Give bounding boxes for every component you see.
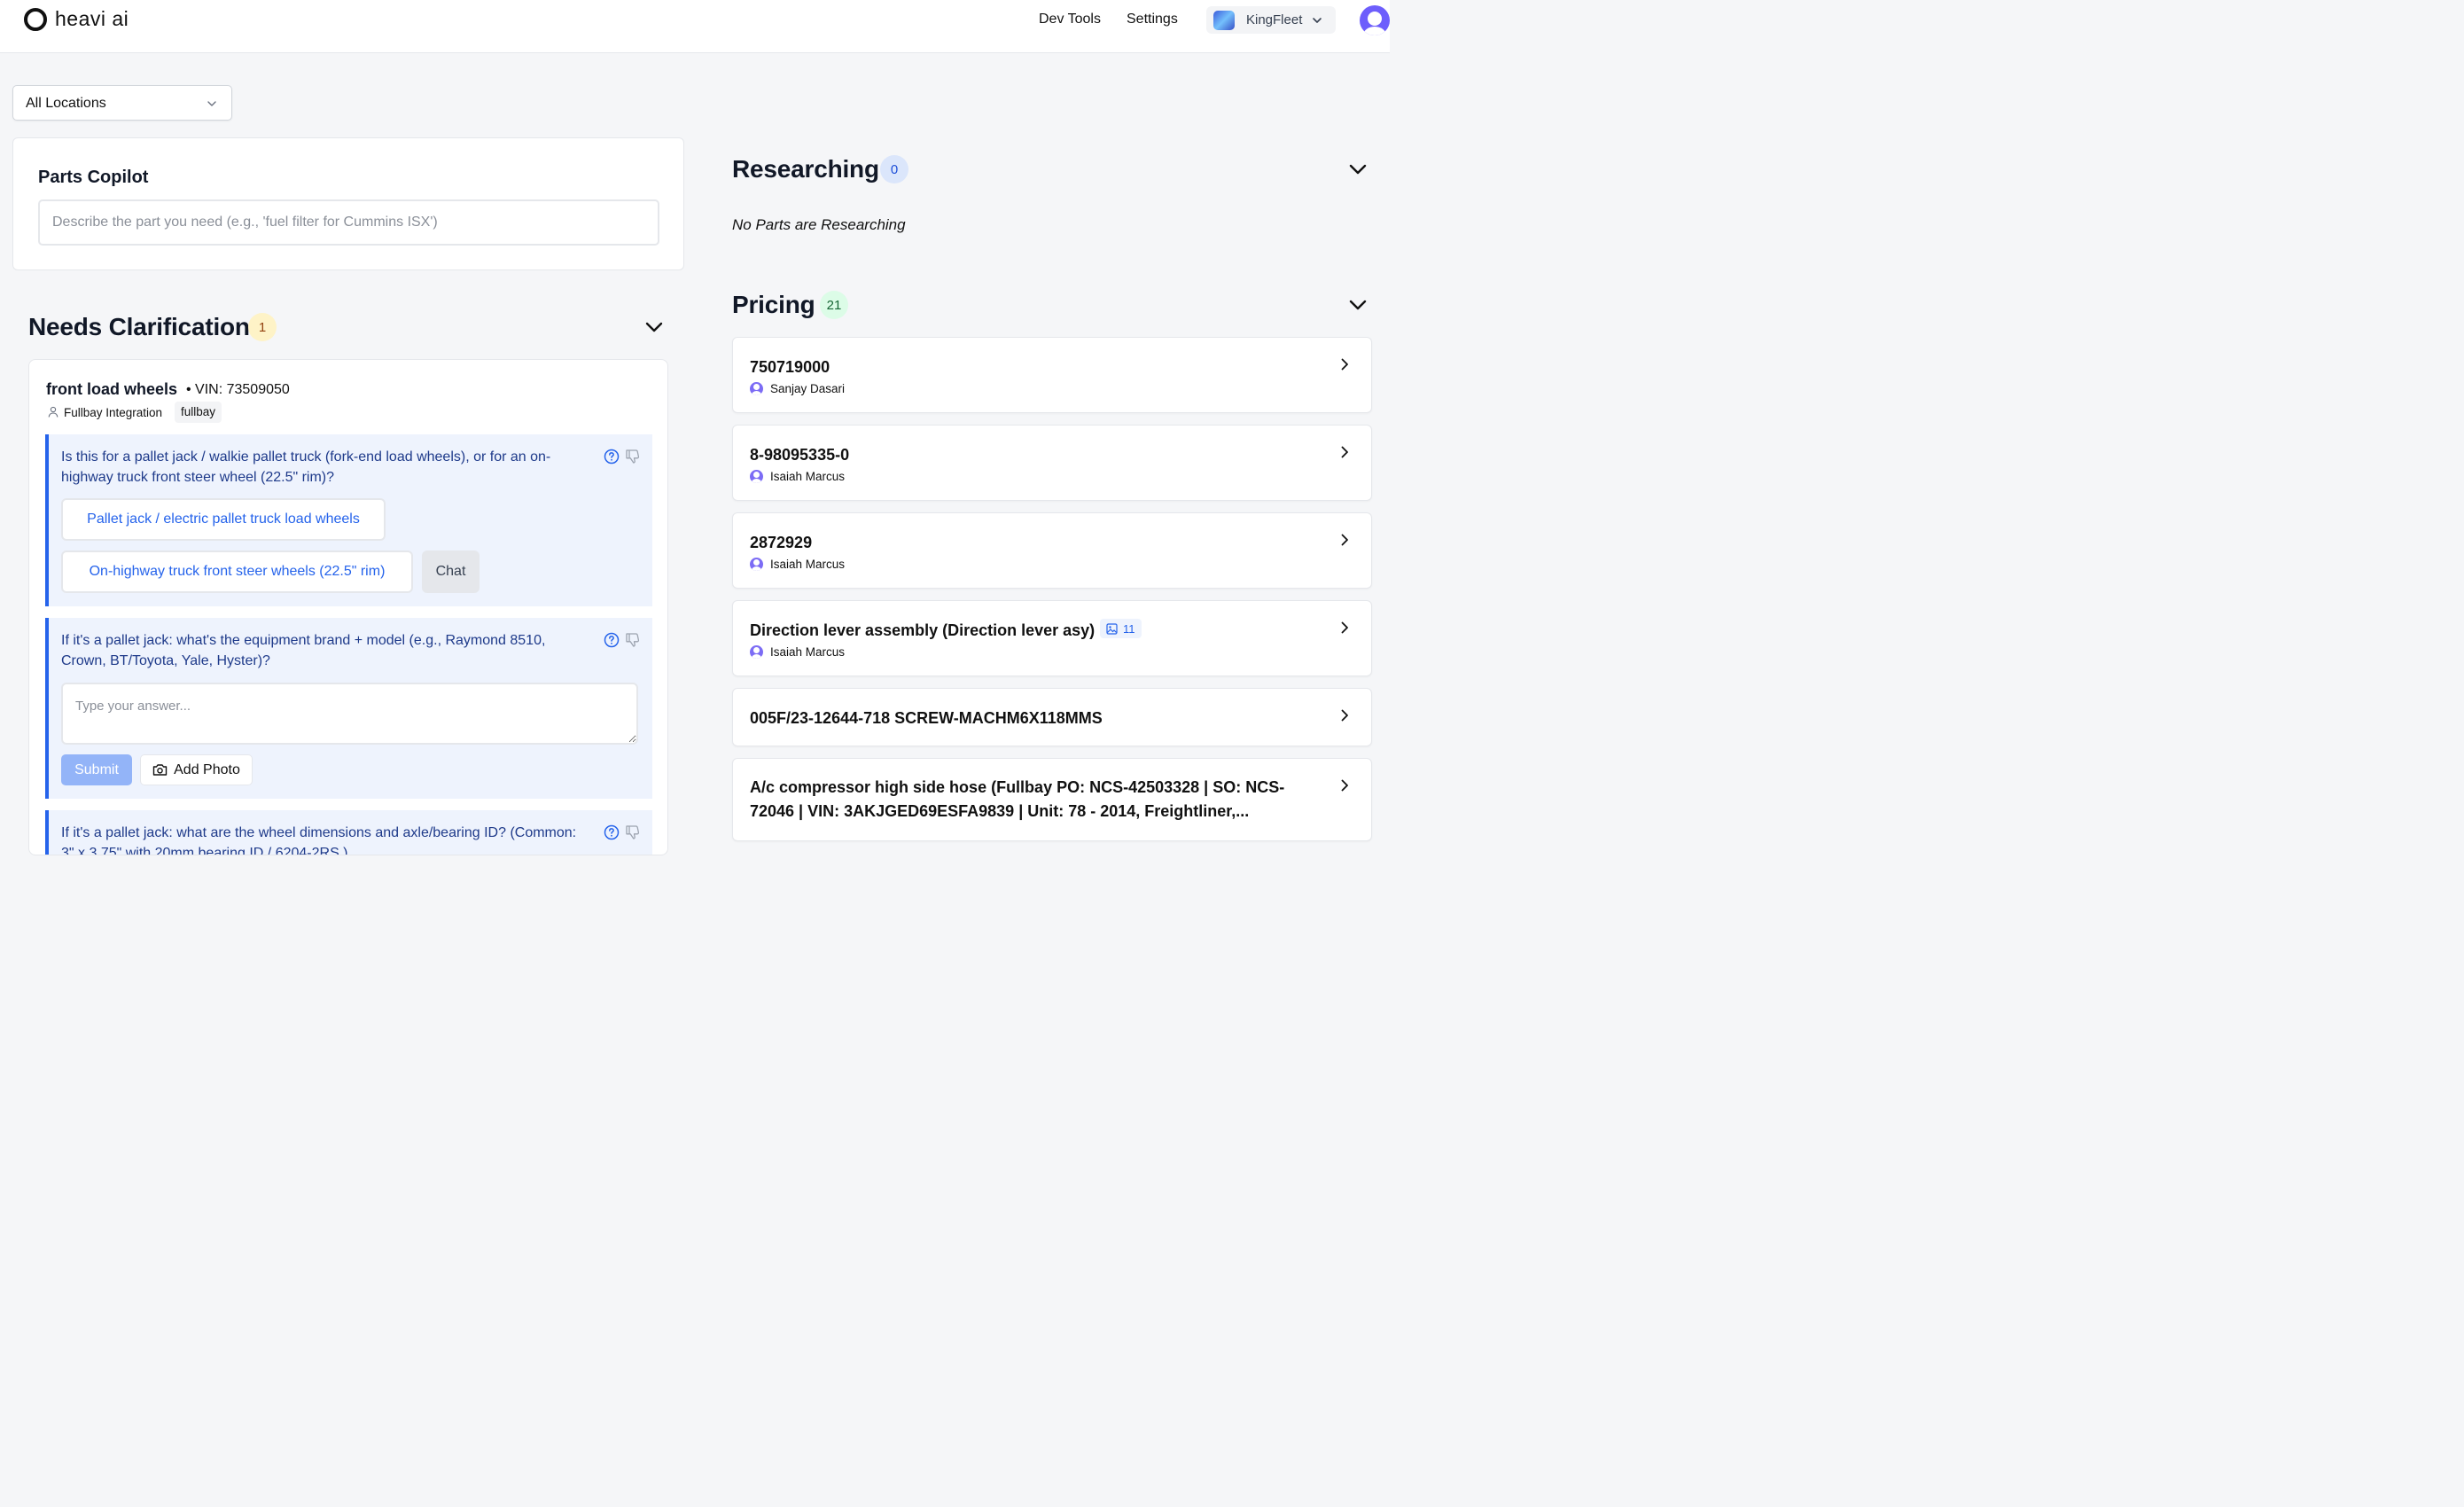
thumbs-down-icon[interactable] <box>625 824 641 840</box>
pricing-item-user-name: Sanjay Dasari <box>770 382 846 395</box>
chevron-down-icon[interactable] <box>644 317 664 337</box>
pricing-item-user: Sanjay Dasari <box>750 382 845 395</box>
chevron-down-icon[interactable] <box>1348 160 1368 179</box>
top-bar: heavi ai Dev Tools Settings KingFleet <box>0 0 1390 53</box>
chevron-right-icon <box>1341 534 1348 546</box>
pricing-item-title: 72046 | VIN: 3AKJGED69ESFA9839 | Unit: 7… <box>750 802 1250 820</box>
clarification-item-title: front load wheels <box>46 380 178 398</box>
clarification-item-vin: • VIN: 73509050 <box>186 382 290 397</box>
person-icon <box>48 406 58 418</box>
question-text: If it's a pallet jack: what's the equipm… <box>61 633 546 668</box>
parts-copilot-title: Parts Copilot <box>38 168 149 187</box>
researching-empty-text: No Parts are Researching <box>732 216 906 233</box>
chevron-down-icon <box>1313 17 1322 23</box>
thumbs-down-icon[interactable] <box>625 449 641 465</box>
question-text: If it's a pallet jack: what are the whee… <box>61 825 577 855</box>
pricing-item-user-name: Isaiah Marcus <box>770 645 846 659</box>
chevron-down-icon <box>207 101 216 106</box>
needs-clarification-title: Needs Clarification <box>28 313 250 340</box>
help-circle-icon[interactable] <box>604 632 620 648</box>
researching-title: Researching <box>732 155 879 183</box>
pricing-item-user-name: Isaiah Marcus <box>770 558 846 571</box>
location-select-value: All Locations <box>26 96 106 111</box>
image-count: 11 <box>1123 621 1135 636</box>
chevron-right-icon <box>1341 779 1348 792</box>
pricing-item-user: Isaiah Marcus <box>750 470 845 483</box>
logo[interactable]: heavi ai <box>24 7 129 31</box>
pricing-item-title: A/c compressor high side hose (Fullbay P… <box>750 778 1285 796</box>
chevron-down-icon[interactable] <box>1348 295 1368 315</box>
option-button[interactable]: On-highway truck front steer wheels (22.… <box>61 550 413 593</box>
pricing-item-title: 005F/23-12644-718 SCREW-MACHM6X118MMS <box>750 709 1103 727</box>
thumbs-down-icon[interactable] <box>625 632 641 648</box>
parts-copilot-input[interactable] <box>38 199 659 246</box>
clarification-item-tag: fullbay <box>175 402 222 423</box>
pricing-item[interactable]: 750719000 Sanjay Dasari <box>732 337 1372 413</box>
help-circle-icon[interactable] <box>604 824 620 840</box>
fleet-switcher[interactable]: KingFleet <box>1206 6 1336 34</box>
pricing-title: Pricing <box>732 291 815 318</box>
dev-tools-link[interactable]: Dev Tools <box>1039 12 1101 27</box>
pricing-item[interactable]: 2872929 Isaiah Marcus <box>732 512 1372 589</box>
chevron-right-icon <box>1341 358 1348 371</box>
answer-textarea[interactable] <box>61 683 638 745</box>
user-icon <box>750 558 763 571</box>
add-photo-label: Add Photo <box>174 761 240 777</box>
pricing-item-user: Isaiah Marcus <box>750 645 845 659</box>
pricing-item[interactable]: 8-98095335-0 Isaiah Marcus <box>732 425 1372 501</box>
chevron-right-icon <box>1341 446 1348 458</box>
pricing-item-title: 2872929 <box>750 534 813 551</box>
pricing-count-badge: 21 <box>820 291 848 319</box>
submit-button[interactable]: Submit <box>61 754 132 785</box>
clarification-card: front load wheels • VIN: 73509050 Fullba… <box>28 359 668 855</box>
user-icon <box>750 382 763 395</box>
pricing-item-title: Direction lever assembly (Direction leve… <box>750 621 1096 639</box>
pricing-item-user: Isaiah Marcus <box>750 558 845 571</box>
parts-copilot-panel: Parts Copilot <box>12 137 684 270</box>
location-select[interactable]: All Locations <box>12 85 232 121</box>
help-circle-icon[interactable] <box>604 449 620 465</box>
pricing-item[interactable]: 005F/23-12644-718 SCREW-MACHM6X118MMS <box>732 688 1372 746</box>
clarification-item-source: Fullbay Integration <box>64 406 163 419</box>
chevron-right-icon <box>1341 621 1348 634</box>
chat-button[interactable]: Chat <box>422 550 480 593</box>
user-icon <box>750 470 763 483</box>
question-block: If it's a pallet jack: what's the equipm… <box>45 618 652 799</box>
image-icon <box>1106 622 1118 635</box>
needs-clarification-count-badge: 1 <box>248 313 277 341</box>
add-photo-button[interactable]: Add Photo <box>140 754 253 785</box>
question-block: Is this for a pallet jack / walkie palle… <box>45 434 652 606</box>
user-avatar-icon[interactable] <box>1360 5 1390 35</box>
logo-text: heavi ai <box>55 7 129 30</box>
chevron-right-icon <box>1341 709 1348 722</box>
option-button[interactable]: Pallet jack / electric pallet truck load… <box>61 498 386 541</box>
pricing-item-title: 750719000 <box>750 358 830 376</box>
settings-link[interactable]: Settings <box>1127 12 1178 27</box>
logo-ring-icon <box>24 7 47 31</box>
researching-count-badge: 0 <box>880 155 908 183</box>
fleet-avatar <box>1213 10 1235 30</box>
user-icon <box>750 645 763 659</box>
camera-icon <box>152 764 168 776</box>
pricing-item-title: 8-98095335-0 <box>750 446 850 464</box>
pricing-item-user-name: Isaiah Marcus <box>770 470 846 483</box>
fleet-name: KingFleet <box>1246 12 1303 27</box>
pricing-item[interactable]: Direction lever assembly (Direction leve… <box>732 600 1372 676</box>
question-text: Is this for a pallet jack / walkie palle… <box>61 449 551 485</box>
pricing-item[interactable]: A/c compressor high side hose (Fullbay P… <box>732 758 1372 841</box>
question-block: If it's a pallet jack: what are the whee… <box>45 810 652 855</box>
image-count-badge: 11 <box>1100 619 1142 638</box>
